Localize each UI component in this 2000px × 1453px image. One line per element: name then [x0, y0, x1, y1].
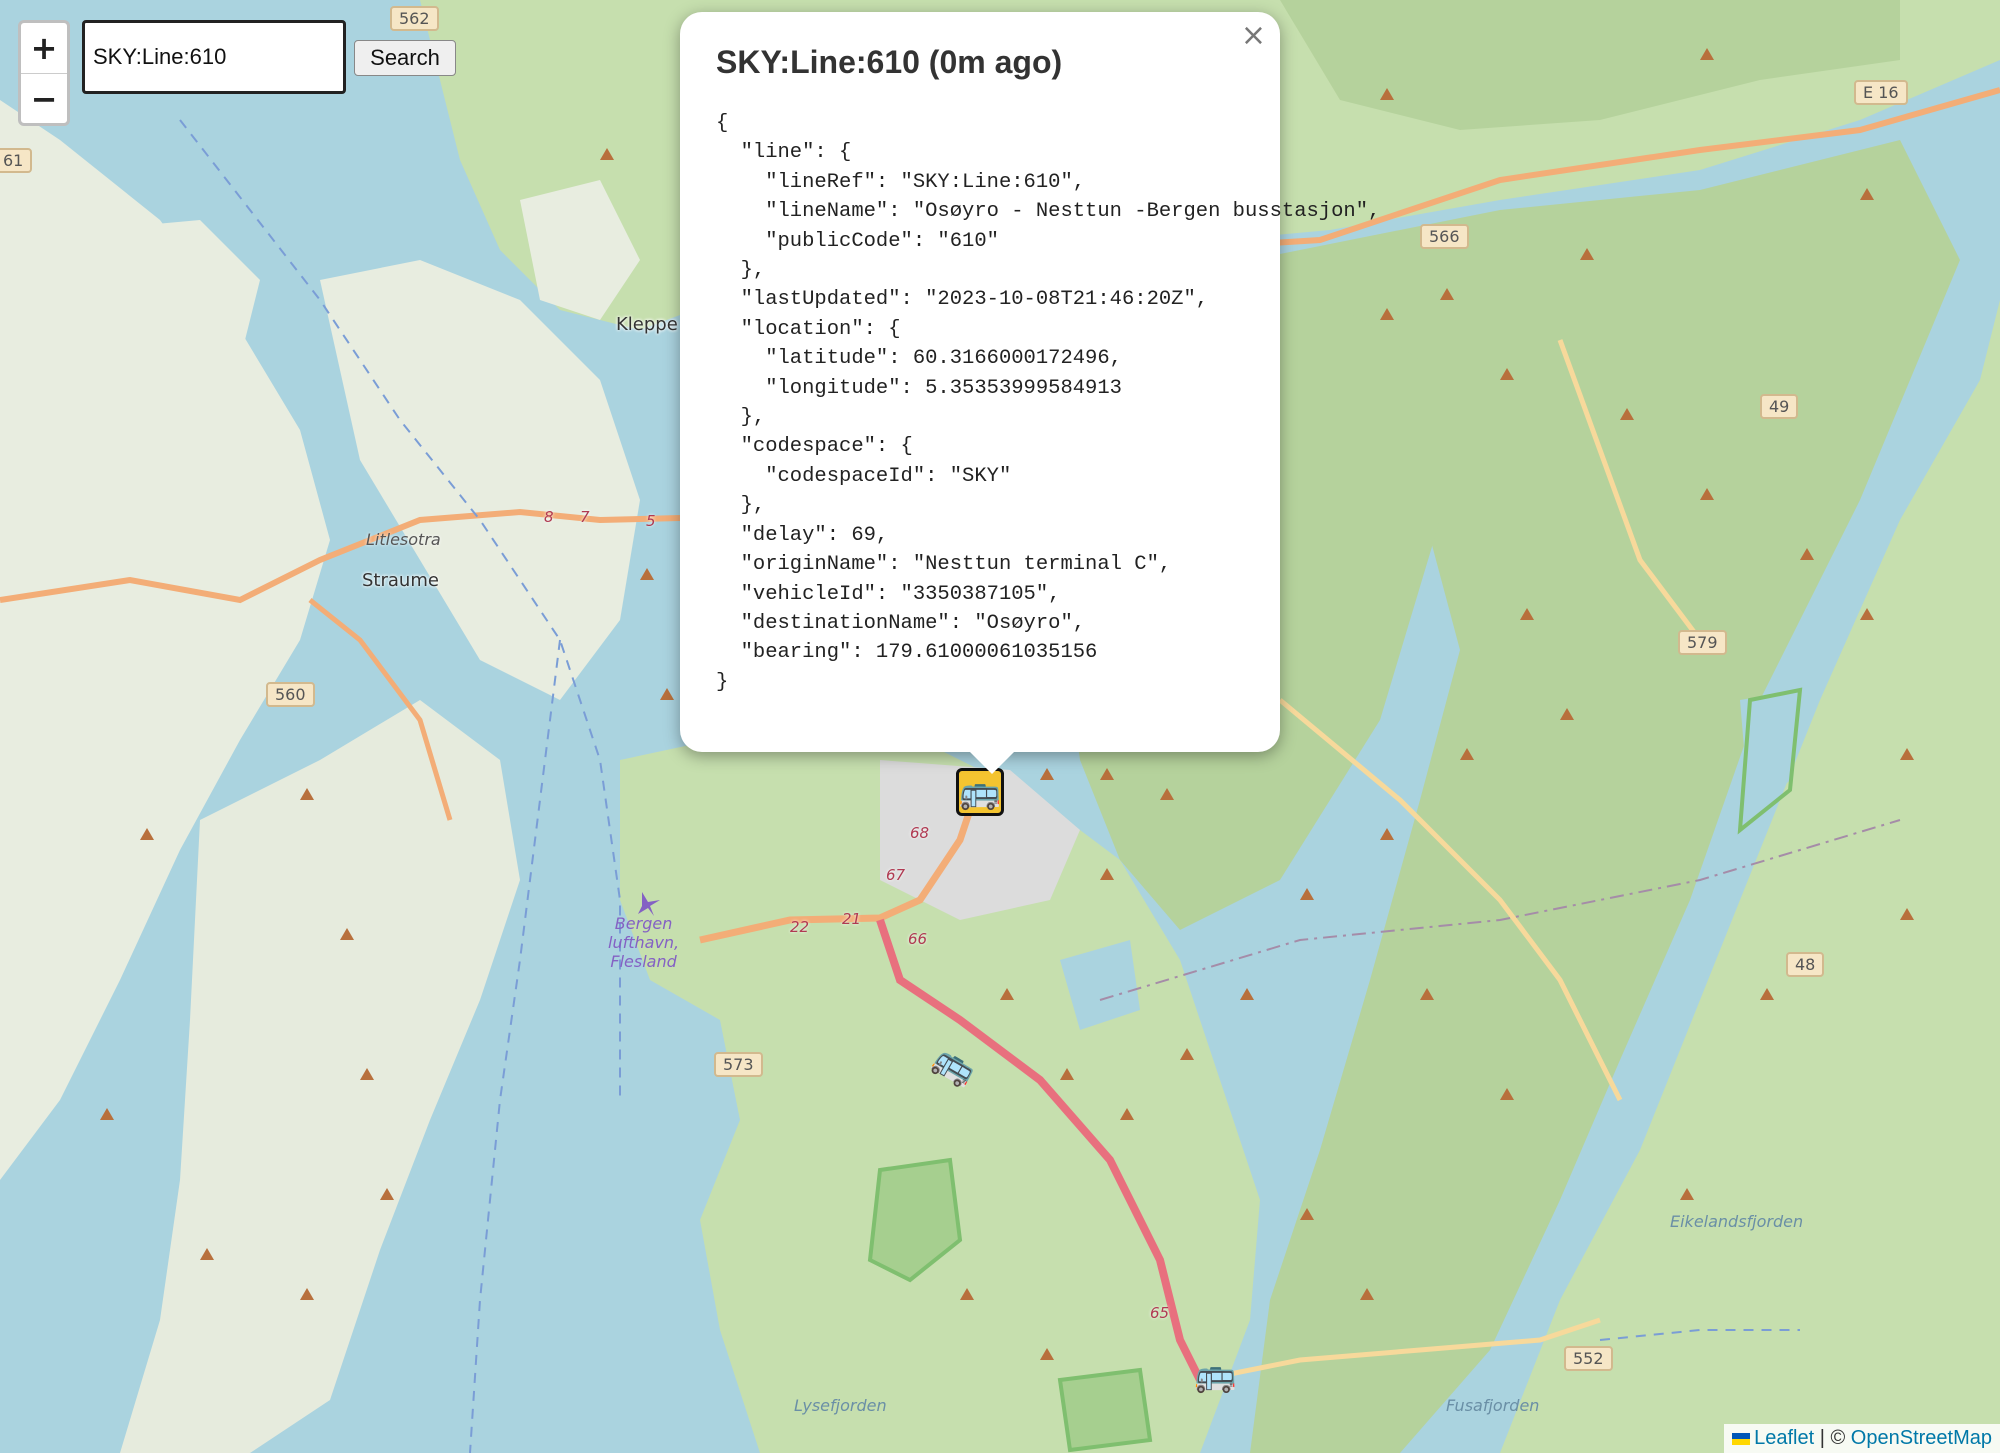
route-number-65: 65 [1150, 1304, 1170, 1322]
place-label-kleppe: Kleppe [616, 314, 678, 335]
attribution-separator: | © [1819, 1427, 1846, 1449]
close-icon[interactable]: × [1241, 18, 1266, 53]
place-label-litlesotra: Litlesotra [366, 530, 441, 549]
water-label-fusafjorden: Fusafjorden [1446, 1396, 1540, 1415]
zoom-out-button[interactable]: − [21, 74, 67, 124]
airport-label: Bergen lufthavn, Flesland [608, 914, 679, 971]
road-shield-49: 49 [1760, 394, 1799, 419]
bus-icon: 🚌 [958, 773, 1002, 811]
water-label-lysefjorden: Lysefjorden [794, 1396, 887, 1415]
water-label-eikelandsfjorden: Eikelandsfjorden [1670, 1212, 1804, 1231]
popup-tip [968, 750, 1016, 774]
road-shield-573: 573 [714, 1052, 763, 1077]
search-input[interactable] [82, 20, 346, 94]
leaflet-link[interactable]: Leaflet [1754, 1427, 1814, 1449]
route-number-66: 66 [908, 930, 928, 948]
airport-label-line1: Bergen [614, 914, 673, 933]
route-number-22: 22 [790, 918, 810, 936]
road-shield-e16: E 16 [1854, 80, 1908, 105]
road-shield-560: 560 [266, 682, 315, 707]
search-button[interactable]: Search [354, 40, 456, 76]
popup-title: SKY:Line:610 (0m ago) [716, 44, 1063, 80]
popup-json-content: { "line": { "lineRef": "SKY:Line:610", "… [716, 112, 1380, 694]
route-number-67: 67 [886, 866, 906, 884]
place-label-straume: Straume [362, 570, 439, 591]
zoom-control: + − [18, 20, 70, 126]
bus-icon: 🚌 [1194, 1356, 1237, 1394]
route-number-68: 68 [910, 824, 930, 842]
route-number-5: 5 [646, 512, 656, 530]
route-number-8: 8 [544, 508, 554, 526]
airport-label-line2: lufthavn, [608, 933, 680, 952]
road-shield-61: 61 [0, 148, 33, 173]
openstreetmap-link[interactable]: OpenStreetMap [1851, 1427, 1992, 1449]
airport-label-line3: Flesland [610, 952, 677, 971]
bus-marker-selected[interactable]: 🚌 [956, 768, 1004, 816]
attribution: Leaflet | © OpenStreetMap [1724, 1424, 2000, 1453]
road-shield-562: 562 [390, 6, 439, 31]
road-shield-48: 48 [1786, 952, 1825, 977]
route-number-21: 21 [842, 910, 862, 928]
road-shield-552: 552 [1564, 1346, 1613, 1371]
vehicle-popup: × SKY:Line:610 (0m ago) { "line": { "lin… [680, 12, 1380, 774]
route-number-7: 7 [580, 508, 590, 526]
road-shield-579: 579 [1678, 630, 1727, 655]
zoom-in-button[interactable]: + [21, 23, 67, 74]
bus-marker[interactable]: 🚌 [1194, 1358, 1236, 1392]
ukraine-flag-icon [1732, 1432, 1751, 1445]
road-shield-566: 566 [1420, 224, 1469, 249]
